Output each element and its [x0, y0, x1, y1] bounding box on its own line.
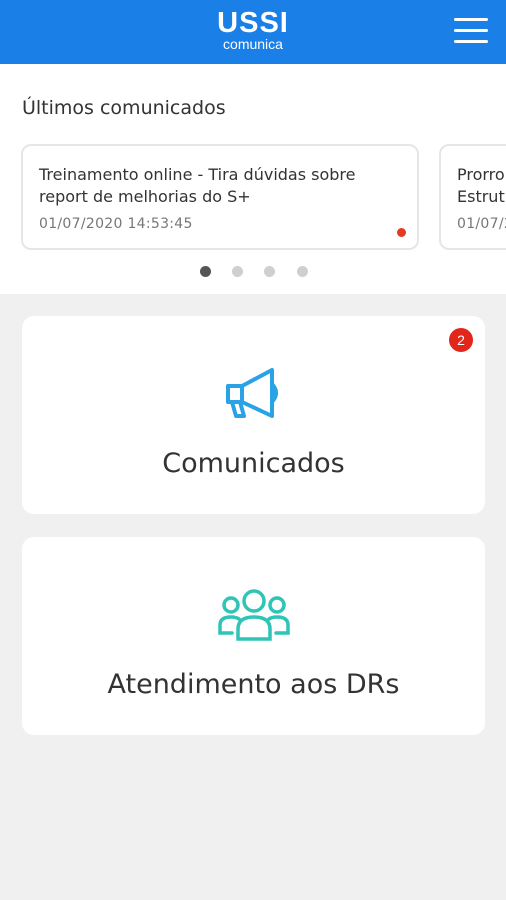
tile-comunicados[interactable]: 2 Comunicados: [22, 316, 485, 514]
tile-atendimento-drs[interactable]: Atendimento aos DRs: [22, 537, 485, 735]
latest-announcements-section: Últimos comunicados Treinamento online -…: [0, 64, 506, 294]
announcements-carousel[interactable]: Treinamento online - Tira dúvidas sobre …: [0, 144, 506, 254]
pagination-dot[interactable]: [232, 266, 243, 277]
tile-label: Atendimento aos DRs: [107, 669, 400, 700]
announcement-title-line: Prorro: [457, 165, 505, 184]
app-logo: USSI comunica: [0, 7, 506, 52]
pagination-dot[interactable]: [200, 266, 211, 277]
logo-main-text: USSI: [217, 7, 289, 39]
announcement-card[interactable]: Treinamento online - Tira dúvidas sobre …: [21, 144, 419, 250]
carousel-pagination: [0, 266, 506, 278]
pagination-dot[interactable]: [297, 266, 308, 277]
hamburger-menu-icon[interactable]: [454, 18, 488, 46]
app-header: USSI comunica: [0, 0, 506, 64]
logo-sub-text: comunica: [223, 36, 283, 52]
section-title: Últimos comunicados: [22, 97, 226, 119]
people-group-icon: [218, 589, 290, 641]
megaphone-icon: [226, 368, 278, 418]
announcement-date: 01/07/2: [457, 216, 506, 232]
announcement-title: Treinamento online - Tira dúvidas sobre …: [39, 165, 356, 206]
notification-badge: 2: [449, 328, 473, 352]
announcement-title-line: Estrutu: [457, 187, 506, 206]
tile-label: Comunicados: [162, 448, 345, 479]
announcement-title: Prorro Estrutu: [457, 164, 506, 208]
unread-dot-icon: [397, 228, 406, 237]
announcement-date: 01/07/2020 14:53:45: [39, 216, 193, 232]
pagination-dot[interactable]: [264, 266, 275, 277]
announcement-card[interactable]: Prorro Estrutu 01/07/2: [439, 144, 506, 250]
